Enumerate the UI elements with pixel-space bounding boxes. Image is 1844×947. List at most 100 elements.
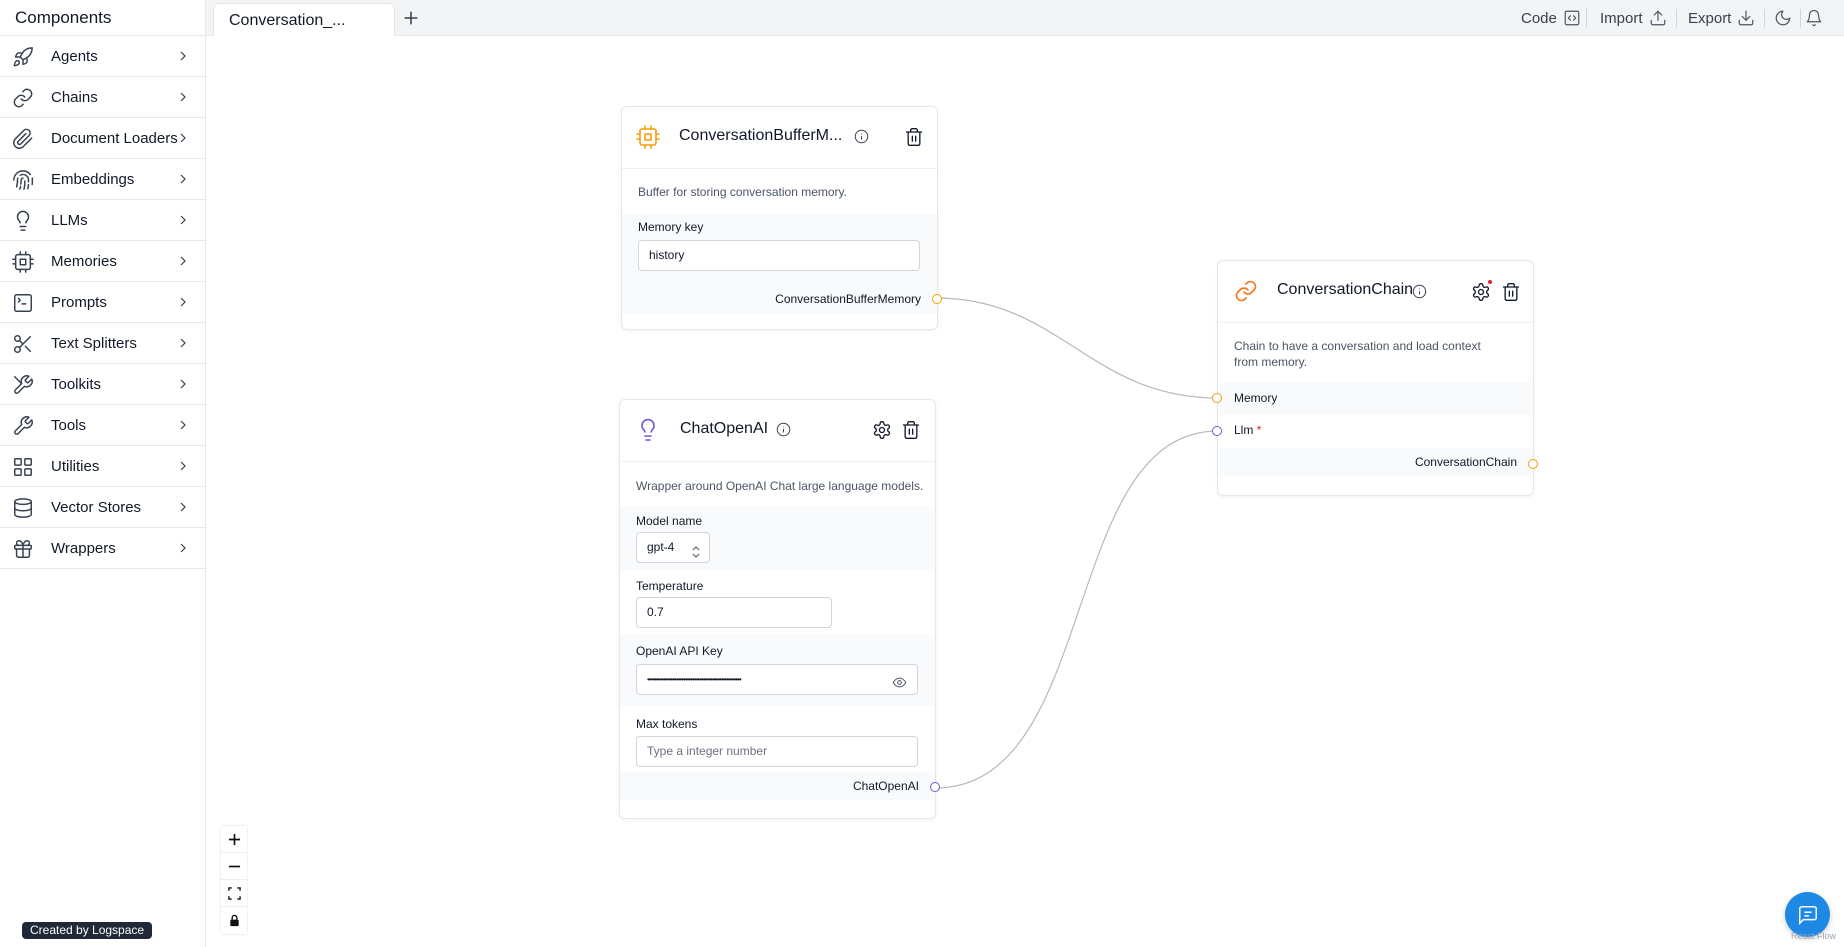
llm-label-text: Llm bbox=[1234, 423, 1254, 437]
import-button[interactable]: Import bbox=[1600, 8, 1667, 28]
output-label: ConversationBufferMemory bbox=[775, 292, 921, 306]
output-row: ChatOpenAI bbox=[620, 772, 935, 800]
fit-view-icon bbox=[227, 886, 241, 900]
trash-icon[interactable] bbox=[904, 127, 924, 147]
field-label: Max tokens bbox=[636, 717, 698, 731]
created-by-badge[interactable]: Created by Logspace bbox=[22, 922, 153, 939]
eye-icon[interactable] bbox=[892, 673, 907, 688]
wrench-icon bbox=[12, 415, 34, 437]
sidebar-item-text-splitters[interactable]: Text Splitters bbox=[0, 323, 205, 364]
node-conversation-buffer-memory[interactable]: ConversationBufferM... Buffer for storin… bbox=[621, 106, 942, 330]
chevron-right-icon bbox=[175, 294, 191, 310]
components-sidebar: Components Agents Chains Document Loader… bbox=[0, 0, 206, 947]
node-chat-openai[interactable]: ChatOpenAI Wrapper around OpenAI Chat la… bbox=[619, 399, 940, 819]
trash-icon[interactable] bbox=[901, 420, 921, 440]
output-row: ConversationBufferMemory bbox=[622, 285, 937, 313]
field-label: Model name bbox=[636, 514, 703, 528]
sidebar-item-agents[interactable]: Agents bbox=[0, 36, 205, 77]
moon-icon bbox=[1775, 10, 1791, 26]
minus-icon bbox=[228, 865, 240, 867]
field-temperature: Temperature 0.7 bbox=[620, 571, 935, 635]
sidebar-item-llms[interactable]: LLMs bbox=[0, 200, 205, 241]
zoom-out-button[interactable] bbox=[221, 853, 247, 880]
sidebar-item-label: Text Splitters bbox=[51, 334, 137, 352]
max-tokens-input[interactable]: Type a integer number bbox=[636, 736, 918, 767]
code-button[interactable]: Code bbox=[1521, 8, 1581, 28]
dark-mode-toggle[interactable] bbox=[1768, 8, 1792, 28]
output-handle[interactable] bbox=[930, 782, 940, 792]
sidebar-item-wrappers[interactable]: Wrappers bbox=[0, 528, 205, 569]
sidebar-item-label: Tools bbox=[51, 416, 87, 434]
tab-flow[interactable]: Conversation_... bbox=[213, 3, 395, 36]
memory-key-input[interactable]: history bbox=[638, 240, 920, 271]
node-header: ChatOpenAI bbox=[620, 400, 935, 462]
trash-icon[interactable] bbox=[1501, 282, 1521, 302]
node-title: ConversationBufferM... bbox=[679, 127, 843, 144]
link-icon bbox=[12, 87, 34, 109]
api-key-input[interactable]: ••••••••••••••••••••••••••••••••••••••••… bbox=[636, 664, 918, 695]
info-icon[interactable] bbox=[1412, 284, 1427, 299]
plus-icon[interactable] bbox=[400, 7, 422, 29]
notifications-button[interactable] bbox=[1799, 8, 1823, 28]
field-max-tokens: Max tokens Type a integer number bbox=[620, 706, 935, 772]
paperclip-icon bbox=[12, 128, 34, 150]
node-header: ConversationBufferM... bbox=[622, 107, 937, 169]
temperature-input[interactable]: 0.7 bbox=[636, 597, 832, 628]
node-conversation-chain[interactable]: ConversationChain Chain to have a conver… bbox=[1212, 260, 1538, 496]
export-button[interactable]: Export bbox=[1688, 8, 1755, 28]
tools-icon bbox=[12, 374, 34, 396]
lock-button[interactable] bbox=[221, 907, 247, 934]
sidebar-item-prompts[interactable]: Prompts bbox=[0, 282, 205, 323]
api-key-value: ••••••••••••••••••••••••••••••••••••••••… bbox=[647, 675, 742, 684]
lock-icon bbox=[229, 914, 239, 927]
sidebar-item-label: Agents bbox=[51, 47, 98, 65]
model-name-select[interactable]: gpt-4 bbox=[636, 532, 710, 563]
grid-icon bbox=[12, 456, 34, 478]
canvas-controls bbox=[221, 826, 247, 934]
sidebar-item-memories[interactable]: Memories bbox=[0, 241, 205, 282]
node-title: ChatOpenAI bbox=[680, 420, 769, 437]
link-icon bbox=[1234, 279, 1258, 303]
download-icon bbox=[1739, 10, 1754, 26]
chevron-right-icon bbox=[175, 212, 191, 228]
terminal-icon bbox=[12, 292, 34, 314]
info-icon[interactable] bbox=[854, 129, 869, 144]
fit-view-button[interactable] bbox=[221, 880, 247, 907]
llm-input-handle[interactable] bbox=[1212, 426, 1222, 436]
chevron-right-icon bbox=[175, 335, 191, 351]
output-label: ConversationChain bbox=[1414, 455, 1517, 469]
chevron-right-icon bbox=[175, 130, 191, 146]
sidebar-item-document-loaders[interactable]: Document Loaders bbox=[0, 118, 205, 159]
output-handle[interactable] bbox=[1528, 459, 1538, 469]
flow-canvas[interactable] bbox=[206, 36, 1844, 947]
divider bbox=[1676, 9, 1677, 28]
code-icon bbox=[1564, 10, 1580, 26]
field-model-name: Model name gpt-4 bbox=[620, 507, 935, 571]
gear-icon[interactable] bbox=[1471, 282, 1491, 302]
scissors-icon bbox=[12, 333, 34, 355]
output-handle[interactable] bbox=[932, 294, 942, 304]
chevron-right-icon bbox=[175, 499, 191, 515]
react-flow-attribution[interactable]: React Flow bbox=[1791, 931, 1836, 941]
message-icon bbox=[1798, 905, 1817, 925]
cpu-icon bbox=[636, 125, 660, 149]
input-label: Memory bbox=[1234, 391, 1278, 405]
sidebar-item-label: Document Loaders bbox=[51, 129, 178, 147]
node-description: Chain to have a conversation and load co… bbox=[1234, 339, 1481, 369]
sidebar-item-toolkits[interactable]: Toolkits bbox=[0, 364, 205, 405]
sidebar-item-label: LLMs bbox=[51, 211, 88, 229]
sidebar-item-embeddings[interactable]: Embeddings bbox=[0, 159, 205, 200]
sidebar-item-vector-stores[interactable]: Vector Stores bbox=[0, 487, 205, 528]
divider bbox=[1764, 9, 1765, 28]
sidebar-item-utilities[interactable]: Utilities bbox=[0, 446, 205, 487]
sidebar-item-tools[interactable]: Tools bbox=[0, 405, 205, 446]
node-description: Wrapper around OpenAI Chat large languag… bbox=[636, 479, 924, 493]
zoom-in-button[interactable] bbox=[221, 826, 247, 853]
gear-icon[interactable] bbox=[872, 420, 892, 440]
chevron-right-icon bbox=[175, 171, 191, 187]
sidebar-item-chains[interactable]: Chains bbox=[0, 77, 205, 118]
chevron-right-icon bbox=[175, 417, 191, 433]
info-icon[interactable] bbox=[776, 422, 791, 437]
field-label: OpenAI API Key bbox=[636, 644, 723, 658]
memory-input-handle[interactable] bbox=[1212, 393, 1222, 403]
